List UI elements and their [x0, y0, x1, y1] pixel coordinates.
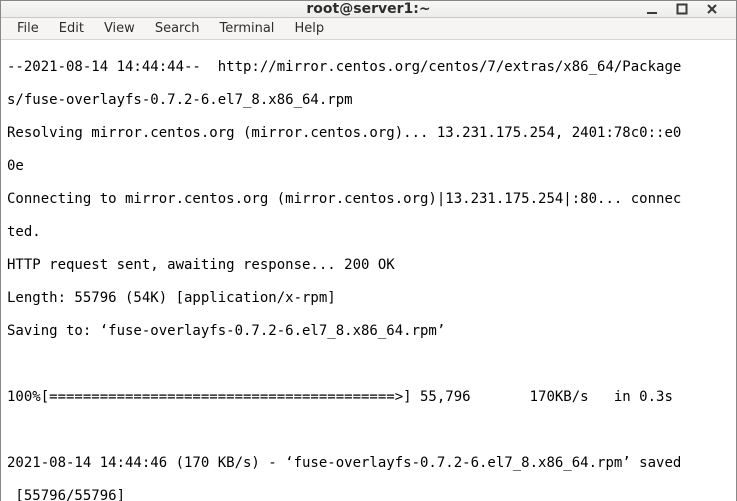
menu-view[interactable]: View: [94, 18, 145, 39]
close-button[interactable]: [704, 1, 720, 17]
output-line: --2021-08-14 14:44:44-- http://mirror.ce…: [7, 59, 732, 76]
output-line: 0e: [7, 158, 732, 175]
output-line: [55796/55796]: [7, 488, 732, 501]
output-line: ted.: [7, 224, 732, 241]
output-line: 2021-08-14 14:44:46 (170 KB/s) - ‘fuse-o…: [7, 455, 732, 472]
window-title: root@server1:~: [1, 1, 736, 17]
menu-terminal[interactable]: Terminal: [209, 18, 284, 39]
titlebar: root@server1:~: [1, 1, 736, 18]
menubar: File Edit View Search Terminal Help: [1, 18, 736, 40]
output-line: HTTP request sent, awaiting response... …: [7, 257, 732, 274]
menu-search[interactable]: Search: [145, 18, 210, 39]
output-line: s/fuse-overlayfs-0.7.2-6.el7_8.x86_64.rp…: [7, 92, 732, 109]
terminal-window: root@server1:~ File Edit View Search Ter…: [0, 0, 737, 501]
menu-edit[interactable]: Edit: [49, 18, 94, 39]
window-controls: [644, 1, 730, 17]
progress-line: 100%[===================================…: [7, 389, 732, 406]
output-line: Saving to: ‘fuse-overlayfs-0.7.2-6.el7_8…: [7, 323, 732, 340]
output-line: Length: 55796 (54K) [application/x-rpm]: [7, 290, 732, 307]
blank-line: [7, 356, 732, 373]
output-line: Resolving mirror.centos.org (mirror.cent…: [7, 125, 732, 142]
minimize-button[interactable]: [644, 1, 660, 17]
menu-file[interactable]: File: [7, 18, 49, 39]
blank-line: [7, 422, 732, 439]
menu-help[interactable]: Help: [284, 18, 334, 39]
terminal-area[interactable]: --2021-08-14 14:44:44-- http://mirror.ce…: [1, 40, 736, 501]
maximize-button[interactable]: [674, 1, 690, 17]
output-line: Connecting to mirror.centos.org (mirror.…: [7, 191, 732, 208]
